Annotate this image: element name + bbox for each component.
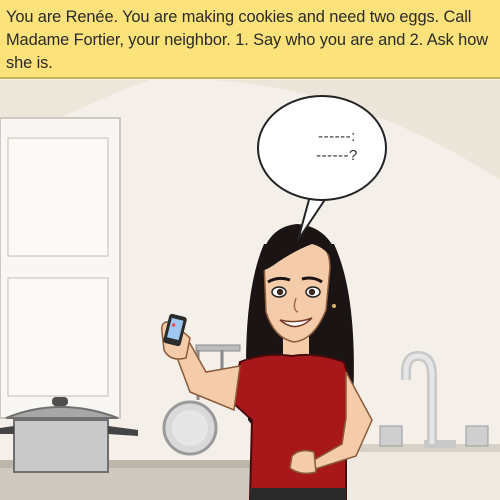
comic-panel: ------: ------? You are Renée. You are m… bbox=[0, 0, 500, 500]
speech-bubble-text: ------: ------? bbox=[282, 127, 392, 165]
instruction-text: You are Renée. You are making cookies an… bbox=[6, 8, 488, 72]
kitchen-scene bbox=[0, 80, 500, 500]
instruction-banner: You are Renée. You are making cookies an… bbox=[0, 0, 500, 79]
wall-cabinets bbox=[0, 117, 121, 419]
bubble-line-2: ------? bbox=[316, 147, 358, 164]
bubble-line-1: ------: bbox=[318, 128, 356, 145]
